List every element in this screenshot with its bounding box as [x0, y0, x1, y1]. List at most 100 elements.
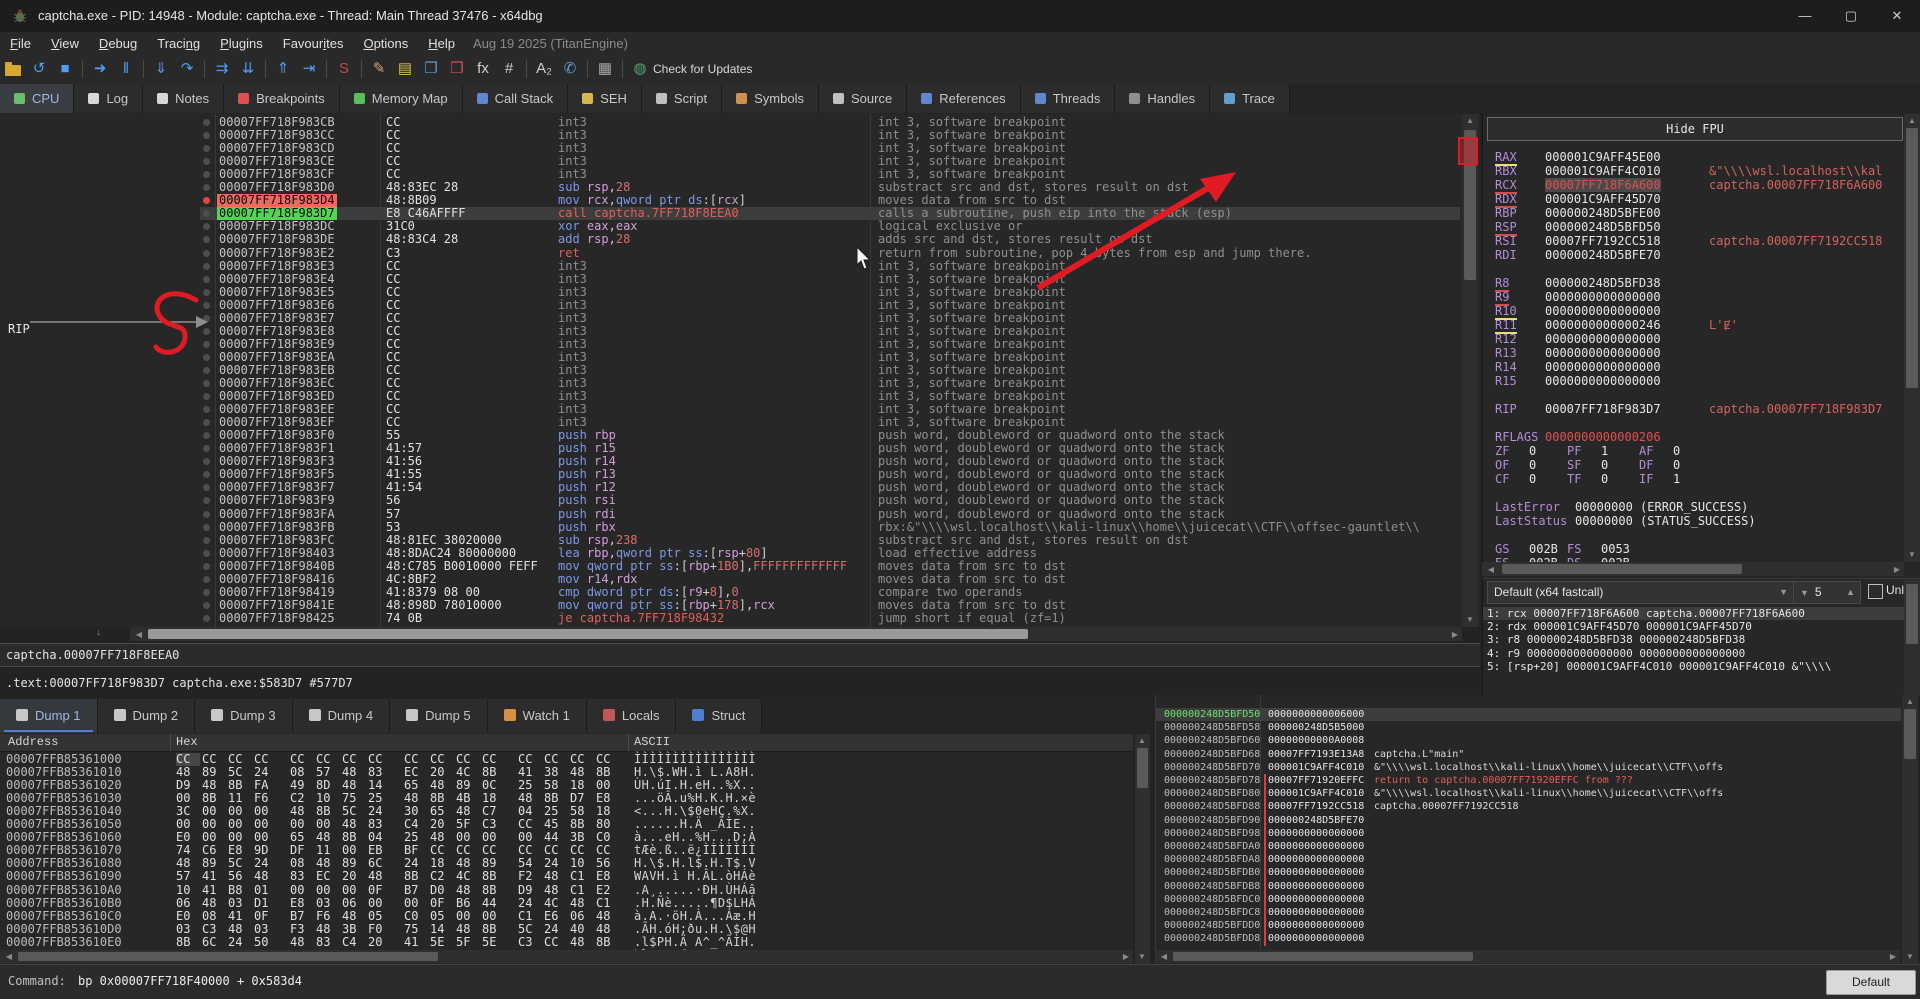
disasm-row[interactable]: 00007FF718F983CECCint3int 3, software br… [0, 155, 1480, 168]
register-row[interactable]: RBX000001C9AFF4C010&"\\\\wsl.localhost\\… [1483, 164, 1920, 178]
register-row[interactable]: R130000000000000000 [1483, 346, 1920, 360]
stack-row[interactable]: 000000248D5BFD8800007FF7192CC518captcha.… [1156, 800, 1901, 813]
tab-trace[interactable]: Trace [1210, 84, 1290, 113]
dump-row[interactable]: 00007FFB853610D003C34803F3483BF07514488B… [0, 923, 1133, 936]
goto-icon[interactable]: # [497, 58, 521, 80]
gutter-dot[interactable] [203, 184, 210, 191]
stack-row[interactable]: 000000248D5BFD80000001C9AFF4C010&"\\\\ws… [1156, 787, 1901, 800]
tab-dump-1[interactable]: Dump 1 [0, 699, 98, 733]
tab-locals[interactable]: Locals [587, 699, 677, 733]
gutter-dot[interactable] [203, 276, 210, 283]
maximize-button[interactable]: ▢ [1828, 0, 1874, 32]
dump-row[interactable]: 00007FFB853610500000000000004883C4205FC3… [0, 818, 1133, 831]
gutter-dot[interactable] [203, 563, 210, 570]
tab-call-stack[interactable]: Call Stack [463, 84, 569, 113]
argument-row[interactable]: 2: rdx 000001C9AFF45D70 000001C9AFF45D70 [1483, 620, 1911, 633]
stack-row[interactable]: 000000248D5BFDD80000000000000000 [1156, 932, 1901, 945]
register-row[interactable]: CF0TF0IF1 [1483, 472, 1920, 486]
arguments-vscroll-thumb[interactable] [1906, 584, 1918, 644]
register-row[interactable]: RFLAGS0000000000000206 [1483, 430, 1920, 444]
gutter-dot[interactable] [203, 328, 210, 335]
register-row[interactable]: R100000000000000000 [1483, 304, 1920, 318]
menu-item-file[interactable]: File [0, 32, 41, 55]
command-input[interactable]: bp 0x00007FF718F40000 + 0x583d4 [78, 974, 302, 988]
register-row[interactable]: RSI00007FF7192CC518captcha.00007FF7192CC… [1483, 234, 1920, 248]
gutter-dot[interactable] [203, 250, 210, 257]
disasm-row[interactable]: 00007FF718F983F341:56push r14push word, … [0, 455, 1480, 468]
tab-threads[interactable]: Threads [1021, 84, 1116, 113]
tab-cpu[interactable]: CPU [0, 84, 74, 113]
stack-row[interactable]: 000000248D5BFDB80000000000000000 [1156, 880, 1901, 893]
disasm-row[interactable]: 00007FF718F983D7E8 C46AFFFFcall captcha.… [0, 207, 1480, 220]
gutter-dot[interactable] [203, 315, 210, 322]
disasm-row[interactable]: 00007FF718F983EECCint3int 3, software br… [0, 403, 1480, 416]
dump-pane[interactable]: Address Hex ASCII 00007FFB85361000CCCCCC… [0, 734, 1133, 964]
registers-hscrollbar[interactable]: ◀ ▶ [1482, 562, 1904, 576]
register-row[interactable]: RCX00007FF718F6A600captcha.00007FF718F6A… [1483, 178, 1920, 192]
gutter-dot[interactable] [203, 145, 210, 152]
scroll-right-icon[interactable]: ▶ [1892, 565, 1902, 575]
tab-memory-map[interactable]: Memory Map [340, 84, 463, 113]
arguments-vscrollbar[interactable] [1904, 580, 1920, 695]
trace-over-icon[interactable]: ⇊ [236, 58, 260, 80]
step-over-icon[interactable]: ↷ [175, 58, 199, 80]
scroll-up-icon[interactable]: ▲ [1905, 116, 1919, 126]
font-icon[interactable]: A₂ [532, 58, 556, 80]
disasm-row[interactable]: 00007FF718F983E8CCint3int 3, software br… [0, 325, 1480, 338]
disasm-row[interactable]: 00007FF718F983FC48:81EC 38020000sub rsp,… [0, 534, 1480, 547]
scroll-down-icon[interactable]: ▼ [1903, 952, 1917, 962]
dump-row[interactable]: 00007FFB8536101048895C2408574883EC204C8B… [0, 766, 1133, 779]
gutter-dot[interactable] [203, 615, 210, 622]
tab-source[interactable]: Source [819, 84, 907, 113]
spinner-up-icon[interactable]: ▲ [1846, 582, 1855, 602]
register-row[interactable]: RDX000001C9AFF45D70 [1483, 192, 1920, 206]
gutter-dot[interactable] [203, 132, 210, 139]
calling-convention-dropdown[interactable]: Default (x64 fastcall) ▼ [1487, 581, 1795, 604]
dump-row[interactable]: 00007FFB853610403C000000488B5C24306548C7… [0, 805, 1133, 818]
spinner-down-icon[interactable]: ▼ [1800, 588, 1809, 598]
register-row[interactable]: LastError00000000 (ERROR_SUCCESS) [1483, 500, 1920, 514]
argument-count-spinner[interactable]: ▼5 ▲ [1793, 581, 1861, 604]
register-row[interactable]: RDI000000248D5BFE70 [1483, 248, 1920, 262]
scroll-up-icon[interactable]: ▲ [1903, 697, 1917, 707]
disasm-row[interactable]: 00007FF718F983CFCCint3int 3, software br… [0, 168, 1480, 181]
disasm-hscrollbar[interactable]: ◀ ▶ [130, 627, 1462, 641]
title-bar[interactable]: captcha.exe - PID: 14948 - Module: captc… [0, 0, 1920, 33]
scroll-left-icon[interactable]: ◀ [1157, 952, 1171, 962]
calc-fx-icon[interactable]: fx [471, 58, 495, 80]
gutter-dot[interactable] [203, 354, 210, 361]
stack-row[interactable]: 000000248D5BFD90000000248D5BFE70 [1156, 814, 1901, 827]
scroll-left-icon[interactable]: ◀ [2, 952, 16, 962]
stack-row[interactable]: 000000248D5BFD58000000248D5B5000 [1156, 721, 1901, 734]
disasm-row[interactable]: 00007FF718F9842574 0Bje captcha.7FF718F9… [0, 612, 1480, 625]
gutter-dot[interactable] [203, 511, 210, 518]
gutter-dot[interactable] [203, 119, 210, 126]
tab-dump-4[interactable]: Dump 4 [293, 699, 391, 733]
stack-hscrollbar[interactable]: ◀ ▶ [1155, 950, 1900, 963]
dump-row[interactable]: 00007FFB853610905741564883EC20488BC24C8B… [0, 870, 1133, 883]
gutter-dot[interactable] [203, 223, 210, 230]
disasm-row[interactable]: 00007FF718F983F956push rsipush word, dou… [0, 494, 1480, 507]
disasm-row[interactable]: 00007FF718F983DE48:83C4 28add rsp,28adds… [0, 233, 1480, 246]
minimize-button[interactable]: — [1782, 0, 1828, 32]
tab-script[interactable]: Script [642, 84, 722, 113]
gutter-dot[interactable] [203, 171, 210, 178]
stack-row[interactable]: 000000248D5BFD500000000000006000 [1156, 708, 1901, 721]
menu-item-view[interactable]: View [41, 32, 89, 55]
tab-dump-3[interactable]: Dump 3 [195, 699, 293, 733]
dump-row[interactable]: 00007FFB853610E08B6C24504883C420415E5F5E… [0, 936, 1133, 949]
scroll-down-icon[interactable]: ▼ [1905, 550, 1919, 560]
disasm-row[interactable]: 00007FF718F9841E48:898D 78010000mov qwor… [0, 599, 1480, 612]
register-row[interactable]: RAX000001C9AFF45E00 [1483, 150, 1920, 164]
gutter-dot[interactable] [203, 341, 210, 348]
disasm-row[interactable]: 00007FF718F983ECCCint3int 3, software br… [0, 377, 1480, 390]
run-to-user-code-icon[interactable]: ⇥ [297, 58, 321, 80]
register-row[interactable]: R8000000248D5BFD38 [1483, 276, 1920, 290]
scroll-left-icon[interactable]: ◀ [1484, 565, 1498, 575]
tab-handles[interactable]: Handles [1115, 84, 1210, 113]
stack-row[interactable]: 000000248D5BFD6800007FF7193E13A8captcha.… [1156, 748, 1901, 761]
gutter-dot[interactable] [203, 445, 210, 452]
disasm-row[interactable]: 00007FF718F984164C:8BF2mov r14,rdxmoves … [0, 573, 1480, 586]
disasm-row[interactable]: 00007FF718F983F541:55push r13push word, … [0, 468, 1480, 481]
disasm-row[interactable]: 00007FF718F9840348:8DAC24 80000000lea rb… [0, 547, 1480, 560]
